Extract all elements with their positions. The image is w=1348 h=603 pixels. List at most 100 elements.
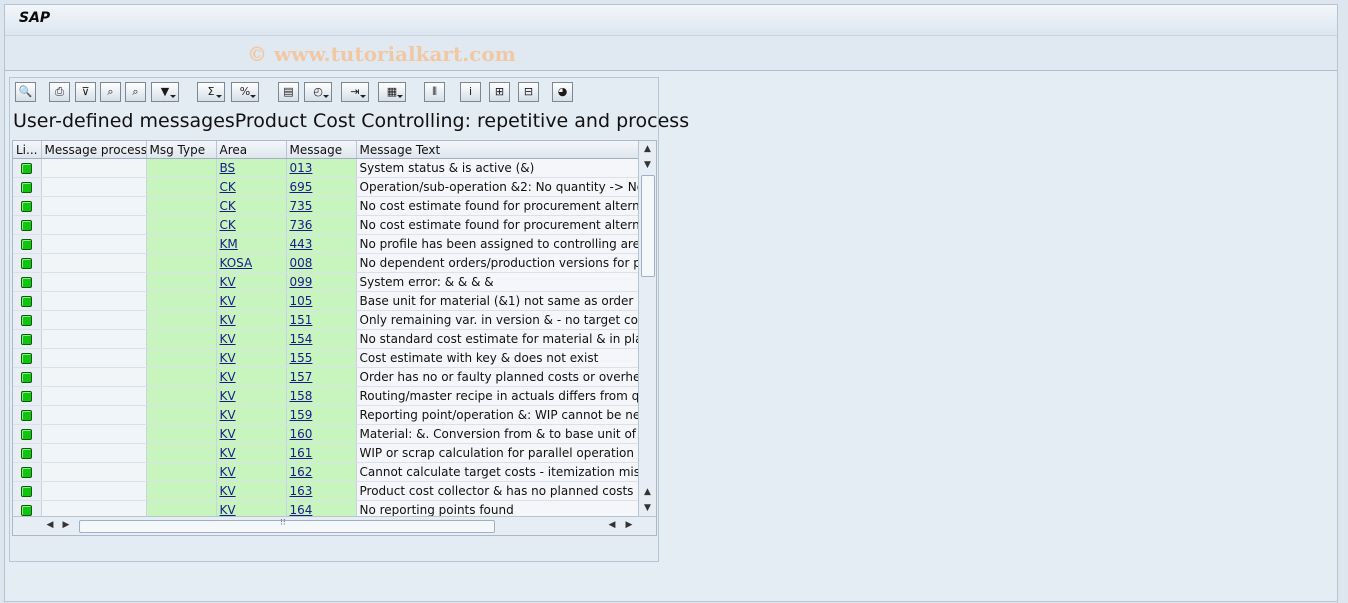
table-row[interactable]: KV 159 Reporting point/operation &: WIP ca…: [13, 405, 641, 425]
area-cell[interactable]: CK: [216, 177, 287, 197]
area-cell[interactable]: KV: [216, 443, 287, 463]
table-row[interactable]: CK 695 Operation/sub-operation &2: No quan…: [13, 177, 641, 197]
message-number-link[interactable]: 162: [290, 465, 313, 479]
area-cell[interactable]: KV: [216, 386, 287, 406]
msg-type-cell[interactable]: [146, 367, 217, 387]
message-number-cell[interactable]: 736: [286, 215, 357, 235]
area-link[interactable]: KV: [220, 313, 236, 327]
column-header-message-processing[interactable]: Message process...: [41, 141, 147, 159]
scroll-right-end-icon[interactable]: ▶: [622, 518, 636, 533]
print-icon[interactable]: ⎙: [49, 82, 70, 102]
message-number-link[interactable]: 161: [290, 446, 313, 460]
message-processing-cell[interactable]: [41, 253, 147, 273]
set-filter-icon[interactable]: ▼: [151, 82, 179, 102]
msg-type-cell[interactable]: [146, 291, 217, 311]
column-header-area[interactable]: Area: [216, 141, 287, 159]
area-link[interactable]: KV: [220, 294, 236, 308]
area-link[interactable]: KM: [220, 237, 238, 251]
column-header-msg-type[interactable]: Msg Type: [146, 141, 217, 159]
area-cell[interactable]: KV: [216, 348, 287, 368]
msg-type-cell[interactable]: [146, 310, 217, 330]
table-row[interactable]: KV 099 System error: & & & &: [13, 272, 641, 292]
message-number-link[interactable]: 157: [290, 370, 313, 384]
message-number-link[interactable]: 008: [290, 256, 313, 270]
table-row[interactable]: KV 162 Cannot calculate target costs - ite…: [13, 462, 641, 482]
message-number-cell[interactable]: 013: [286, 158, 357, 178]
table-row[interactable]: KV 161 WIP or scrap calculation for parall…: [13, 443, 641, 463]
message-processing-cell[interactable]: [41, 367, 147, 387]
message-number-link[interactable]: 164: [290, 503, 313, 517]
message-number-link[interactable]: 163: [290, 484, 313, 498]
msg-type-cell[interactable]: [146, 329, 217, 349]
horizontal-scrollbar[interactable]: ◀ ▶ ⁝⁝ ◀ ▶: [13, 516, 656, 535]
table-row[interactable]: KV 155 Cost estimate with key & does not e…: [13, 348, 641, 368]
subtotal-icon[interactable]: %: [231, 82, 259, 102]
msg-type-cell[interactable]: [146, 234, 217, 254]
table-row[interactable]: KV 160 Material: &. Conversion from & to b…: [13, 424, 641, 444]
message-processing-cell[interactable]: [41, 158, 147, 178]
msg-type-cell[interactable]: [146, 462, 217, 482]
details-icon[interactable]: 🔍: [15, 82, 36, 102]
horizontal-scroll-thumb[interactable]: ⁝⁝: [79, 518, 495, 533]
layout-icon[interactable]: ▦: [378, 82, 406, 102]
area-cell[interactable]: KV: [216, 462, 287, 482]
table-row[interactable]: KV 158 Routing/master recipe in actuals di…: [13, 386, 641, 406]
scroll-right-icon[interactable]: ▶: [59, 518, 73, 533]
msg-type-cell[interactable]: [146, 386, 217, 406]
message-processing-cell[interactable]: [41, 424, 147, 444]
area-link[interactable]: CK: [220, 218, 236, 232]
area-link[interactable]: KV: [220, 370, 236, 384]
area-cell[interactable]: KV: [216, 367, 287, 387]
message-number-link[interactable]: 735: [290, 199, 313, 213]
area-link[interactable]: KV: [220, 408, 236, 422]
area-link[interactable]: KV: [220, 389, 236, 403]
message-processing-cell[interactable]: [41, 196, 147, 216]
area-link[interactable]: KV: [220, 465, 236, 479]
msg-type-cell[interactable]: [146, 158, 217, 178]
table-row[interactable]: KV 154 No standard cost estimate for mater…: [13, 329, 641, 349]
table-row[interactable]: BS 013 System status & is active (&): [13, 158, 641, 178]
table-row[interactable]: CK 735 No cost estimate found for procurem…: [13, 196, 641, 216]
msg-type-cell[interactable]: [146, 481, 217, 501]
column-header-message-text[interactable]: Message Text: [356, 141, 641, 159]
message-number-link[interactable]: 154: [290, 332, 313, 346]
scroll-down-icon[interactable]: ▼: [640, 158, 655, 173]
area-cell[interactable]: KV: [216, 310, 287, 330]
alv-grid[interactable]: Li... Message process... Msg Type Area M…: [12, 140, 657, 536]
msg-type-cell[interactable]: [146, 253, 217, 273]
msg-type-cell[interactable]: [146, 177, 217, 197]
msg-type-cell[interactable]: [146, 215, 217, 235]
message-processing-cell[interactable]: [41, 462, 147, 482]
message-number-link[interactable]: 736: [290, 218, 313, 232]
columns-icon[interactable]: ⫴: [424, 82, 445, 102]
area-link[interactable]: KV: [220, 484, 236, 498]
area-link[interactable]: CK: [220, 180, 236, 194]
message-number-cell[interactable]: 443: [286, 234, 357, 254]
area-cell[interactable]: KV: [216, 405, 287, 425]
table-row[interactable]: KV 163 Product cost collector & has no pla…: [13, 481, 641, 501]
area-cell[interactable]: KV: [216, 272, 287, 292]
scroll-left-end-icon[interactable]: ◀: [605, 518, 619, 533]
msg-type-cell[interactable]: [146, 196, 217, 216]
area-link[interactable]: KV: [220, 351, 236, 365]
scroll-up-end-icon[interactable]: ▲: [640, 485, 655, 500]
message-processing-cell[interactable]: [41, 310, 147, 330]
graphic-icon[interactable]: ◕: [552, 82, 573, 102]
area-link[interactable]: KOSA: [220, 256, 253, 270]
message-processing-cell[interactable]: [41, 177, 147, 197]
scroll-up-icon[interactable]: ▲: [640, 142, 655, 157]
area-cell[interactable]: KV: [216, 424, 287, 444]
area-link[interactable]: KV: [220, 275, 236, 289]
print-preview-icon[interactable]: ▤: [278, 82, 299, 102]
views-icon[interactable]: ◴: [304, 82, 332, 102]
column-header-light[interactable]: Li...: [13, 141, 42, 159]
message-number-link[interactable]: 099: [290, 275, 313, 289]
table-row[interactable]: KOSA 008 No dependent orders/production ve…: [13, 253, 641, 273]
table-row[interactable]: KM 443 No profile has been assigned to con…: [13, 234, 641, 254]
area-link[interactable]: KV: [220, 446, 236, 460]
info-icon[interactable]: i: [460, 82, 481, 102]
message-processing-cell[interactable]: [41, 443, 147, 463]
message-number-cell[interactable]: 154: [286, 329, 357, 349]
area-cell[interactable]: KV: [216, 481, 287, 501]
msg-type-cell[interactable]: [146, 272, 217, 292]
